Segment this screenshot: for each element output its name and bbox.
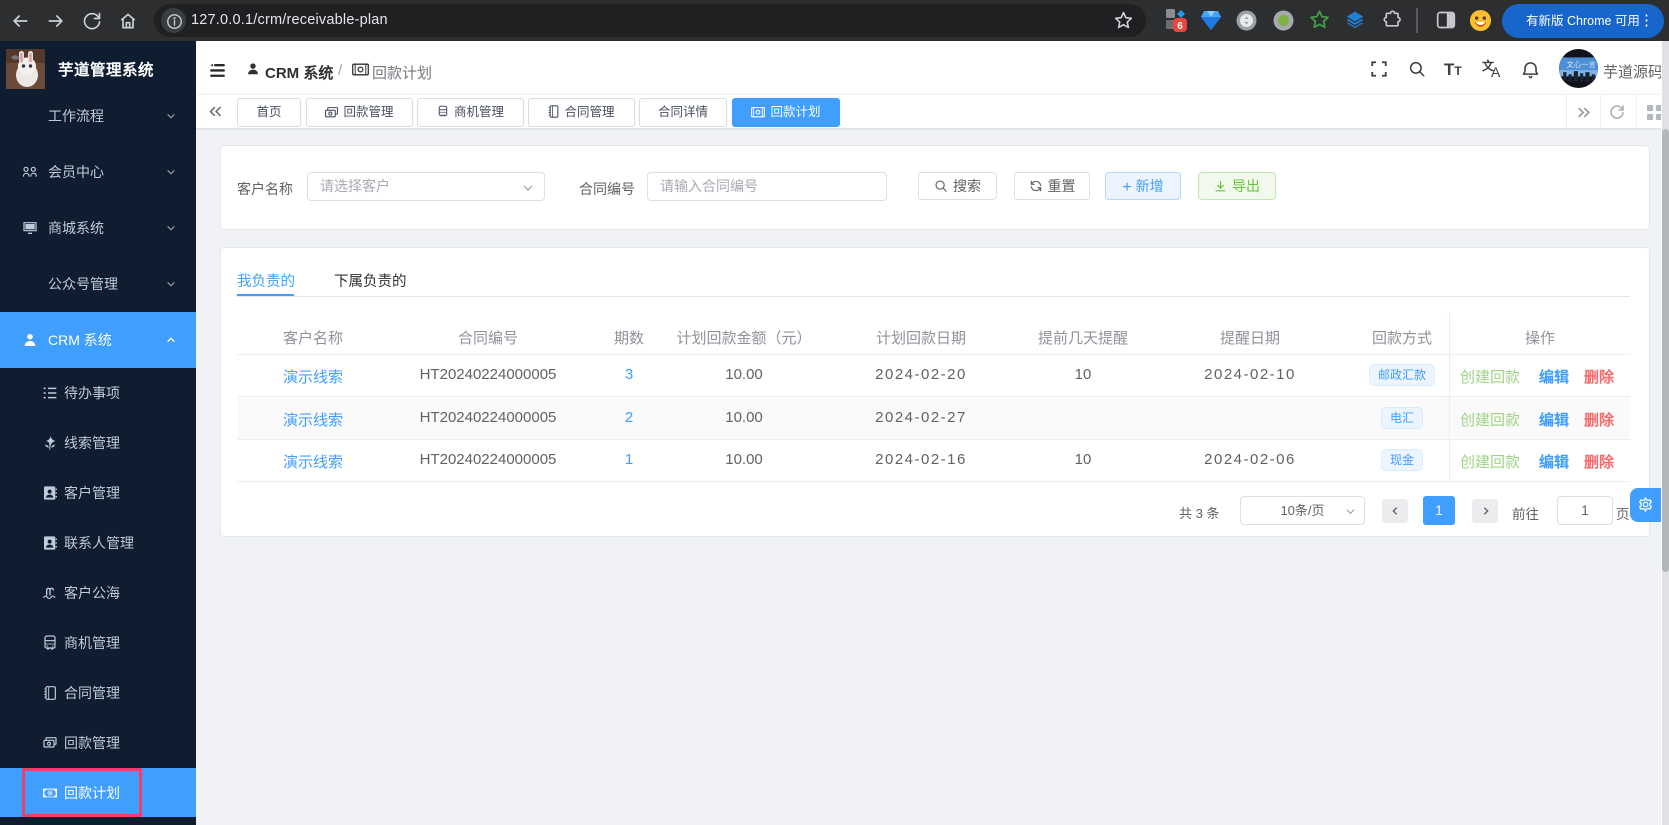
svg-text:6: 6 (1177, 21, 1183, 32)
svg-text:文心一言: 文心一言 (1566, 60, 1595, 69)
